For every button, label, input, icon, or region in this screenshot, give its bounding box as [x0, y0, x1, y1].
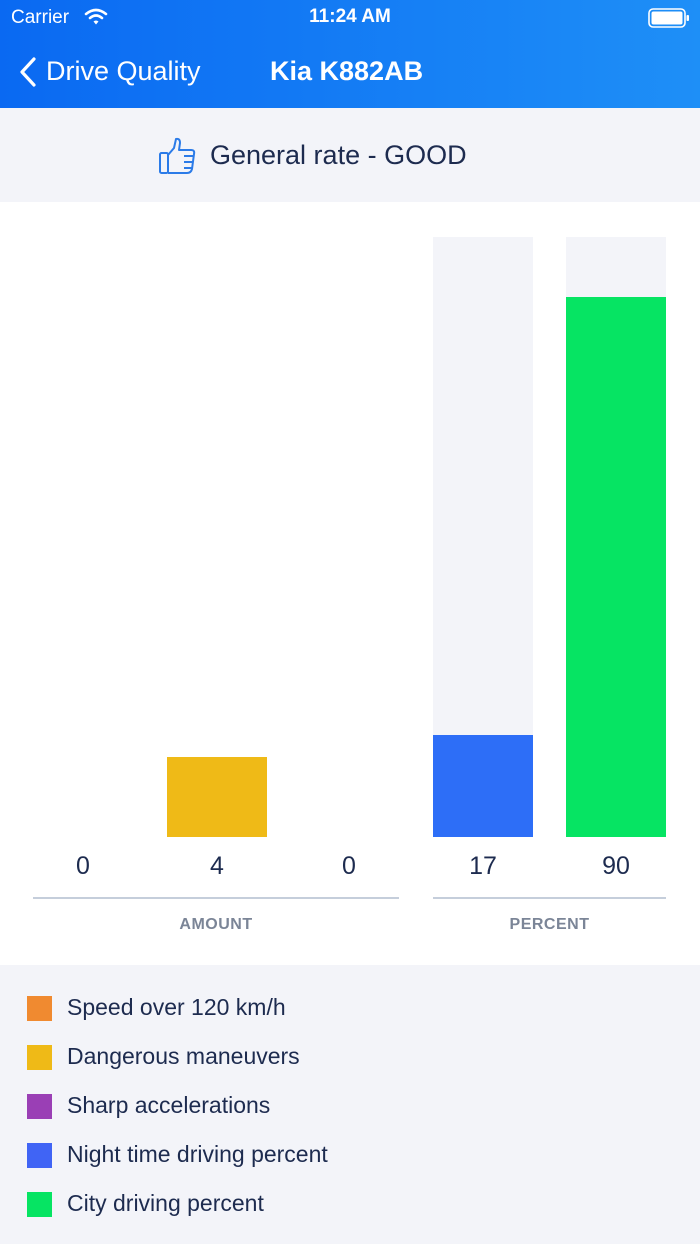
axis-group-label: PERCENT: [509, 916, 590, 933]
legend-label: Dangerous maneuvers: [67, 1043, 300, 1069]
axis-line: [33, 897, 399, 899]
navigation-bar: Drive Quality Kia K882AB: [0, 44, 700, 104]
chart-bar: [167, 757, 267, 837]
axis-line: [433, 897, 666, 899]
legend-swatch: [27, 1094, 52, 1119]
legend-swatch: [27, 1192, 52, 1217]
legend-swatch: [27, 1143, 52, 1168]
thumbs-up-icon: [158, 136, 198, 181]
legend-label: Speed over 120 km/h: [67, 994, 286, 1020]
back-button[interactable]: Drive Quality: [46, 56, 201, 87]
legend-swatch: [27, 996, 52, 1021]
status-bar: Carrier 11:24 AM: [0, 0, 700, 36]
status-time: 11:24 AM: [309, 6, 391, 27]
bar-value-label: 17: [469, 852, 497, 880]
legend-label: Night time driving percent: [67, 1141, 328, 1167]
axis-group-label: AMOUNT: [179, 916, 253, 933]
header: Carrier 11:24 AM Drive Quality Kia K882A…: [0, 0, 700, 108]
legend-swatch: [27, 1045, 52, 1070]
chart-bar: [566, 297, 666, 837]
chevron-left-icon[interactable]: [18, 56, 38, 93]
bar-value-label: 0: [76, 852, 90, 880]
legend-label: City driving percent: [67, 1190, 264, 1216]
bar-value-label: 90: [602, 852, 630, 880]
chart-bar: [433, 735, 533, 837]
page-title: Kia K882AB: [270, 56, 424, 86]
general-rate-text: General rate - GOOD: [210, 140, 467, 170]
bar-value-label: 0: [342, 852, 356, 880]
chart-legend: Speed over 120 km/h Dangerous maneuvers Sh…: [0, 965, 700, 1244]
bar-value-label: 4: [210, 852, 224, 880]
legend-label: Sharp accelerations: [67, 1092, 271, 1118]
battery-icon: [648, 8, 689, 28]
